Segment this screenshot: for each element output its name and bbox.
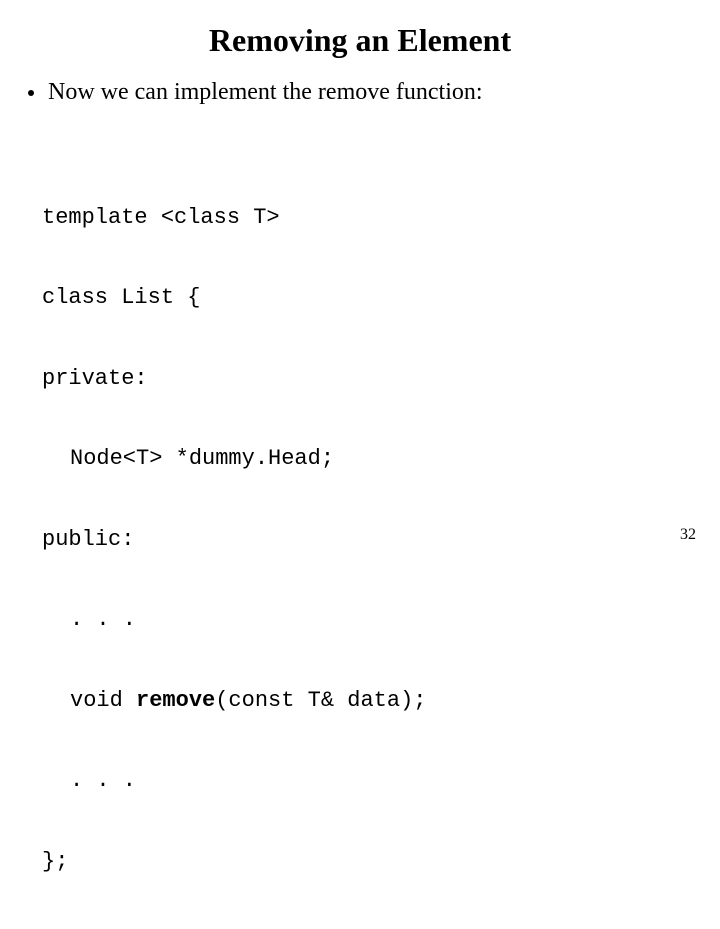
code-line: Node<T> *dummy.Head;: [42, 446, 720, 473]
slide-title: Removing an Element: [0, 22, 720, 59]
code-line: private:: [42, 366, 720, 393]
code-line: void remove(const T& data);: [42, 688, 720, 715]
page-number: 32: [680, 526, 696, 544]
code-line: public:: [42, 527, 720, 554]
bullet-text: Now we can implement the remove function…: [48, 77, 483, 107]
code-line: class List {: [42, 285, 720, 312]
code-line: . . .: [42, 607, 720, 634]
bullet-item: Now we can implement the remove function…: [28, 77, 692, 107]
slide: Removing an Element Now we can implement…: [0, 22, 720, 562]
code-line: . . .: [42, 768, 720, 795]
code-line: };: [42, 849, 720, 876]
code-block: template <class T> class List { private:…: [42, 151, 720, 929]
bullet-dot-icon: [28, 90, 34, 96]
code-text: (const T& data);: [215, 688, 426, 713]
code-text: void: [70, 688, 136, 713]
code-keyword: remove: [136, 688, 215, 713]
code-line: template <class T>: [42, 205, 720, 232]
